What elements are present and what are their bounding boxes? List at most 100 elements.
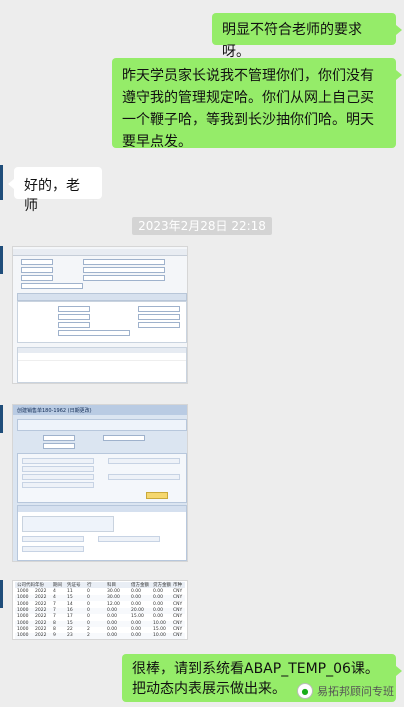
table-cell: 0.00	[153, 601, 164, 607]
sap-title-bar: 创建销售单180-1962 (日期更改)	[13, 405, 187, 415]
sap-field	[58, 306, 90, 312]
sap-button	[146, 492, 168, 499]
table-row: 1000 2022 8 15 0 0.00 0.00 10.00 CNY	[15, 620, 185, 627]
table-row: 1000 2022 9 23 2 0.00 0.00 10.00 CNY	[15, 633, 185, 639]
sap-field	[103, 435, 145, 441]
table-cell: 0.00	[107, 620, 118, 626]
sap-field-row	[22, 458, 94, 464]
message-text: 好的，老师	[24, 178, 80, 214]
message-text: 明显不符合老师的要求呀。	[222, 22, 362, 60]
sap-field	[138, 314, 180, 320]
table-row: 1000 2022 8 22 2 0.00 0.00 15.00 CNY	[15, 627, 185, 633]
sap-field	[21, 275, 53, 281]
column-header: 借方金额	[131, 583, 149, 588]
sap-toolbar	[17, 419, 187, 431]
table-cell: 2022	[35, 601, 47, 607]
table-cell: 0.00	[153, 607, 164, 613]
table-cell: 2022	[35, 626, 47, 632]
image-message-sap-list[interactable]: 公司代码 年份 期间 凭证号行科目 借方金额 贷方金额 币种 1000 2022 4 11 0 30.0…	[12, 580, 188, 640]
table-cell: 2022	[35, 633, 47, 639]
table-cell: 4	[53, 595, 56, 601]
table-cell: CNY	[173, 601, 183, 607]
table-row: 1000 2022 4 15 0 30.00 0.00 0.00 CNY	[15, 595, 185, 602]
column-header: 公司代码	[17, 583, 35, 588]
column-header: 期间	[53, 583, 62, 588]
table-cell: 12.00	[107, 601, 120, 607]
table-cell: 7	[53, 607, 56, 613]
sap-toolbar	[13, 249, 187, 256]
table-cell: 1000	[17, 607, 29, 613]
table-cell: 30.00	[107, 589, 120, 594]
table-row	[18, 356, 186, 361]
sap-field	[21, 267, 53, 273]
sap-field-row	[22, 474, 94, 480]
column-header: 科目	[107, 583, 116, 588]
table-cell: 2022	[35, 595, 47, 601]
table-cell: 1000	[17, 633, 29, 639]
column-header: 贷方金额	[153, 583, 171, 588]
table-cell: 0.00	[107, 626, 118, 632]
table-cell: 4	[53, 589, 56, 594]
sap-field-row	[22, 466, 94, 472]
watermark-text: 易拓邦顾问专班	[317, 685, 394, 698]
sender-marker	[0, 246, 3, 274]
message-bubble-sent[interactable]: 明显不符合老师的要求呀。	[212, 13, 402, 60]
table-header	[18, 506, 186, 512]
wechat-logo-icon: ●	[297, 683, 313, 699]
table-cell: 15	[67, 620, 73, 626]
table-cell: 8	[53, 620, 56, 626]
table-cell: 0.00	[131, 626, 142, 632]
table-cell: 0.00	[131, 601, 142, 607]
table-cell: 17	[67, 614, 73, 620]
table-cell: 0.00	[131, 589, 142, 594]
table-cell: 0.00	[131, 620, 142, 626]
sap-field	[83, 267, 165, 273]
table-cell: 7	[53, 601, 56, 607]
table-cell: 9	[53, 633, 56, 639]
table-cell: 23	[67, 633, 73, 639]
table-cell: 0	[87, 595, 90, 601]
table-cell: 15	[67, 595, 73, 601]
table-cell: CNY	[173, 595, 183, 601]
sender-marker	[0, 165, 3, 200]
message-timestamp: 2023年2月28日 22:18	[0, 217, 404, 235]
sap-screen-title: 创建销售单180-1962 (日期更改)	[17, 408, 92, 414]
column-header: 行	[87, 583, 92, 588]
sap-field	[58, 314, 90, 320]
table-cell: 11	[67, 589, 73, 594]
column-header: 年份	[35, 583, 44, 588]
table-cell: CNY	[173, 620, 183, 626]
table-cell: 0.00	[107, 633, 118, 639]
table-row: 1000 2022 7 17 0 0.00 15.00 0.00 CNY	[15, 614, 185, 620]
sap-field	[21, 283, 83, 289]
sap-field	[21, 259, 53, 265]
table-cell: CNY	[173, 589, 183, 594]
message-text: 昨天学员家长说我不管理你们，你们没有遵守我的管理规定哈。你们从网上自己买一个鞭子…	[122, 68, 374, 150]
sap-form-panel	[17, 301, 187, 343]
sap-field-row	[108, 474, 180, 480]
table-cell: 0.00	[131, 595, 142, 601]
table-cell: CNY	[173, 633, 183, 639]
sap-field-row	[22, 546, 84, 552]
sap-field-row	[98, 536, 160, 542]
image-message-sap-sales-order[interactable]: 创建销售单180-1962 (日期更改)	[12, 404, 188, 562]
image-message-sap-form[interactable]	[12, 246, 188, 384]
table-cell: 2	[87, 626, 90, 632]
table-cell: 22	[67, 626, 73, 632]
sap-field	[43, 435, 75, 441]
table-cell: 0	[87, 620, 90, 626]
table-cell: 7	[53, 614, 56, 620]
table-cell: 15.00	[153, 626, 166, 632]
sap-tabstrip	[17, 293, 187, 301]
table-cell: 0.00	[131, 633, 142, 639]
sap-field	[83, 275, 165, 281]
message-bubble-sent[interactable]: 昨天学员家长说我不管理你们，你们没有遵守我的管理规定哈。你们从网上自己买一个鞭子…	[112, 58, 402, 150]
table-cell: 0.00	[153, 614, 164, 620]
table-cell: CNY	[173, 614, 183, 620]
table-cell: 20.00	[131, 607, 144, 613]
sap-field	[138, 322, 180, 328]
message-bubble-received[interactable]: 好的，老师	[8, 167, 102, 214]
table-cell: 0.00	[153, 589, 164, 594]
sap-item-table	[17, 347, 187, 383]
table-cell: 0	[87, 607, 90, 613]
